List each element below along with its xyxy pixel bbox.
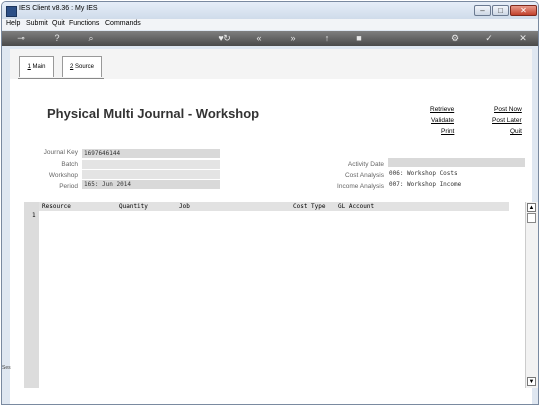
scroll-thumb[interactable]	[527, 213, 536, 223]
app-logo-icon	[6, 6, 17, 17]
column-quantity: Quantity	[119, 203, 148, 210]
tab-source[interactable]: 2 Source	[62, 56, 102, 77]
check-icon[interactable]: ✓	[482, 33, 496, 44]
workshop-field[interactable]	[82, 170, 220, 179]
post-later-link[interactable]: Post Later	[492, 117, 522, 124]
column-cost-type: Cost Type	[293, 203, 326, 210]
period-field[interactable]: 165: Jun 2014	[82, 180, 220, 189]
status-text: Ses	[2, 365, 11, 371]
activity-date-label: Activity Date	[347, 161, 384, 168]
main-panel: 1 Main 2 Source Physical Multi Journal -…	[10, 49, 538, 404]
grid-header: Resource Quantity Job Cost Type GL Accou…	[39, 202, 509, 211]
income-analysis-label: Income Analysis	[337, 183, 384, 190]
back-icon[interactable]: «	[252, 33, 266, 44]
up-icon[interactable]: ↑	[320, 33, 334, 44]
print-link[interactable]: Print	[441, 128, 454, 135]
menu-bar: Help Submit Quit Functions Commands	[2, 19, 538, 30]
menu-quit[interactable]: Quit	[52, 20, 65, 27]
post-now-link[interactable]: Post Now	[494, 106, 522, 113]
column-gl-account: GL Account	[338, 203, 375, 210]
column-job: Job	[179, 203, 190, 210]
batch-label: Batch	[61, 161, 78, 168]
period-label: Period	[59, 183, 78, 190]
tab-main-label: Main	[30, 64, 46, 70]
menu-submit[interactable]: Submit	[26, 20, 48, 27]
income-analysis-value[interactable]: 007: Workshop Income	[389, 181, 461, 188]
tab-strip: 1 Main 2 Source	[10, 49, 532, 79]
cost-analysis-value[interactable]: 006: Workshop Costs	[389, 170, 458, 177]
menu-help[interactable]: Help	[6, 20, 20, 27]
tab-underline	[18, 78, 104, 79]
maximize-button[interactable]: □	[492, 5, 509, 16]
journal-key-field[interactable]: 1697646144	[82, 149, 220, 158]
page-title: Physical Multi Journal - Workshop	[47, 106, 260, 121]
scroll-down-button[interactable]: ▼	[527, 377, 536, 386]
retrieve-link[interactable]: Retrieve	[430, 106, 454, 113]
journal-key-label: Journal Key	[43, 149, 78, 156]
row-number: 1	[32, 212, 36, 219]
workshop-label: Workshop	[48, 172, 78, 179]
cost-analysis-label: Cost Analysis	[344, 172, 384, 179]
gear-icon[interactable]: ⚙	[448, 33, 462, 44]
batch-field[interactable]	[82, 160, 220, 169]
menu-functions[interactable]: Functions	[69, 20, 99, 27]
column-resource: Resource	[42, 203, 71, 210]
menu-commands[interactable]: Commands	[105, 20, 141, 27]
cancel-icon[interactable]: ✕	[516, 33, 530, 44]
refresh-icon[interactable]: ↻	[220, 33, 234, 44]
help-icon[interactable]: ?	[50, 33, 64, 44]
toolbar: ⊸ ? ⌕ ♥ ↻ « » ↑ ■ ⚙ ✓ ✕	[2, 31, 538, 46]
grid-scrollbar[interactable]: ▲ ▼	[525, 202, 538, 388]
window-title: IES Client v8.36 : My IES	[19, 5, 98, 12]
app-window: IES Client v8.36 : My IES – □ ✕ Help Sub…	[1, 1, 539, 405]
tab-main[interactable]: 1 Main	[19, 56, 54, 77]
validate-link[interactable]: Validate	[431, 117, 454, 124]
minimize-button[interactable]: –	[474, 5, 491, 16]
activity-date-field[interactable]	[388, 158, 525, 167]
search-icon[interactable]: ⌕	[84, 33, 98, 44]
tab-source-label: Source	[73, 64, 95, 70]
close-window-button[interactable]: ✕	[510, 5, 537, 16]
scroll-up-button[interactable]: ▲	[527, 203, 536, 212]
forward-icon[interactable]: »	[286, 33, 300, 44]
title-bar: IES Client v8.36 : My IES – □ ✕	[2, 2, 538, 19]
journal-lines-grid[interactable]: Resource Quantity Job Cost Type GL Accou…	[24, 202, 538, 388]
stop-icon[interactable]: ■	[352, 33, 366, 44]
quit-link[interactable]: Quit	[510, 128, 522, 135]
key-icon[interactable]: ⊸	[10, 33, 32, 44]
